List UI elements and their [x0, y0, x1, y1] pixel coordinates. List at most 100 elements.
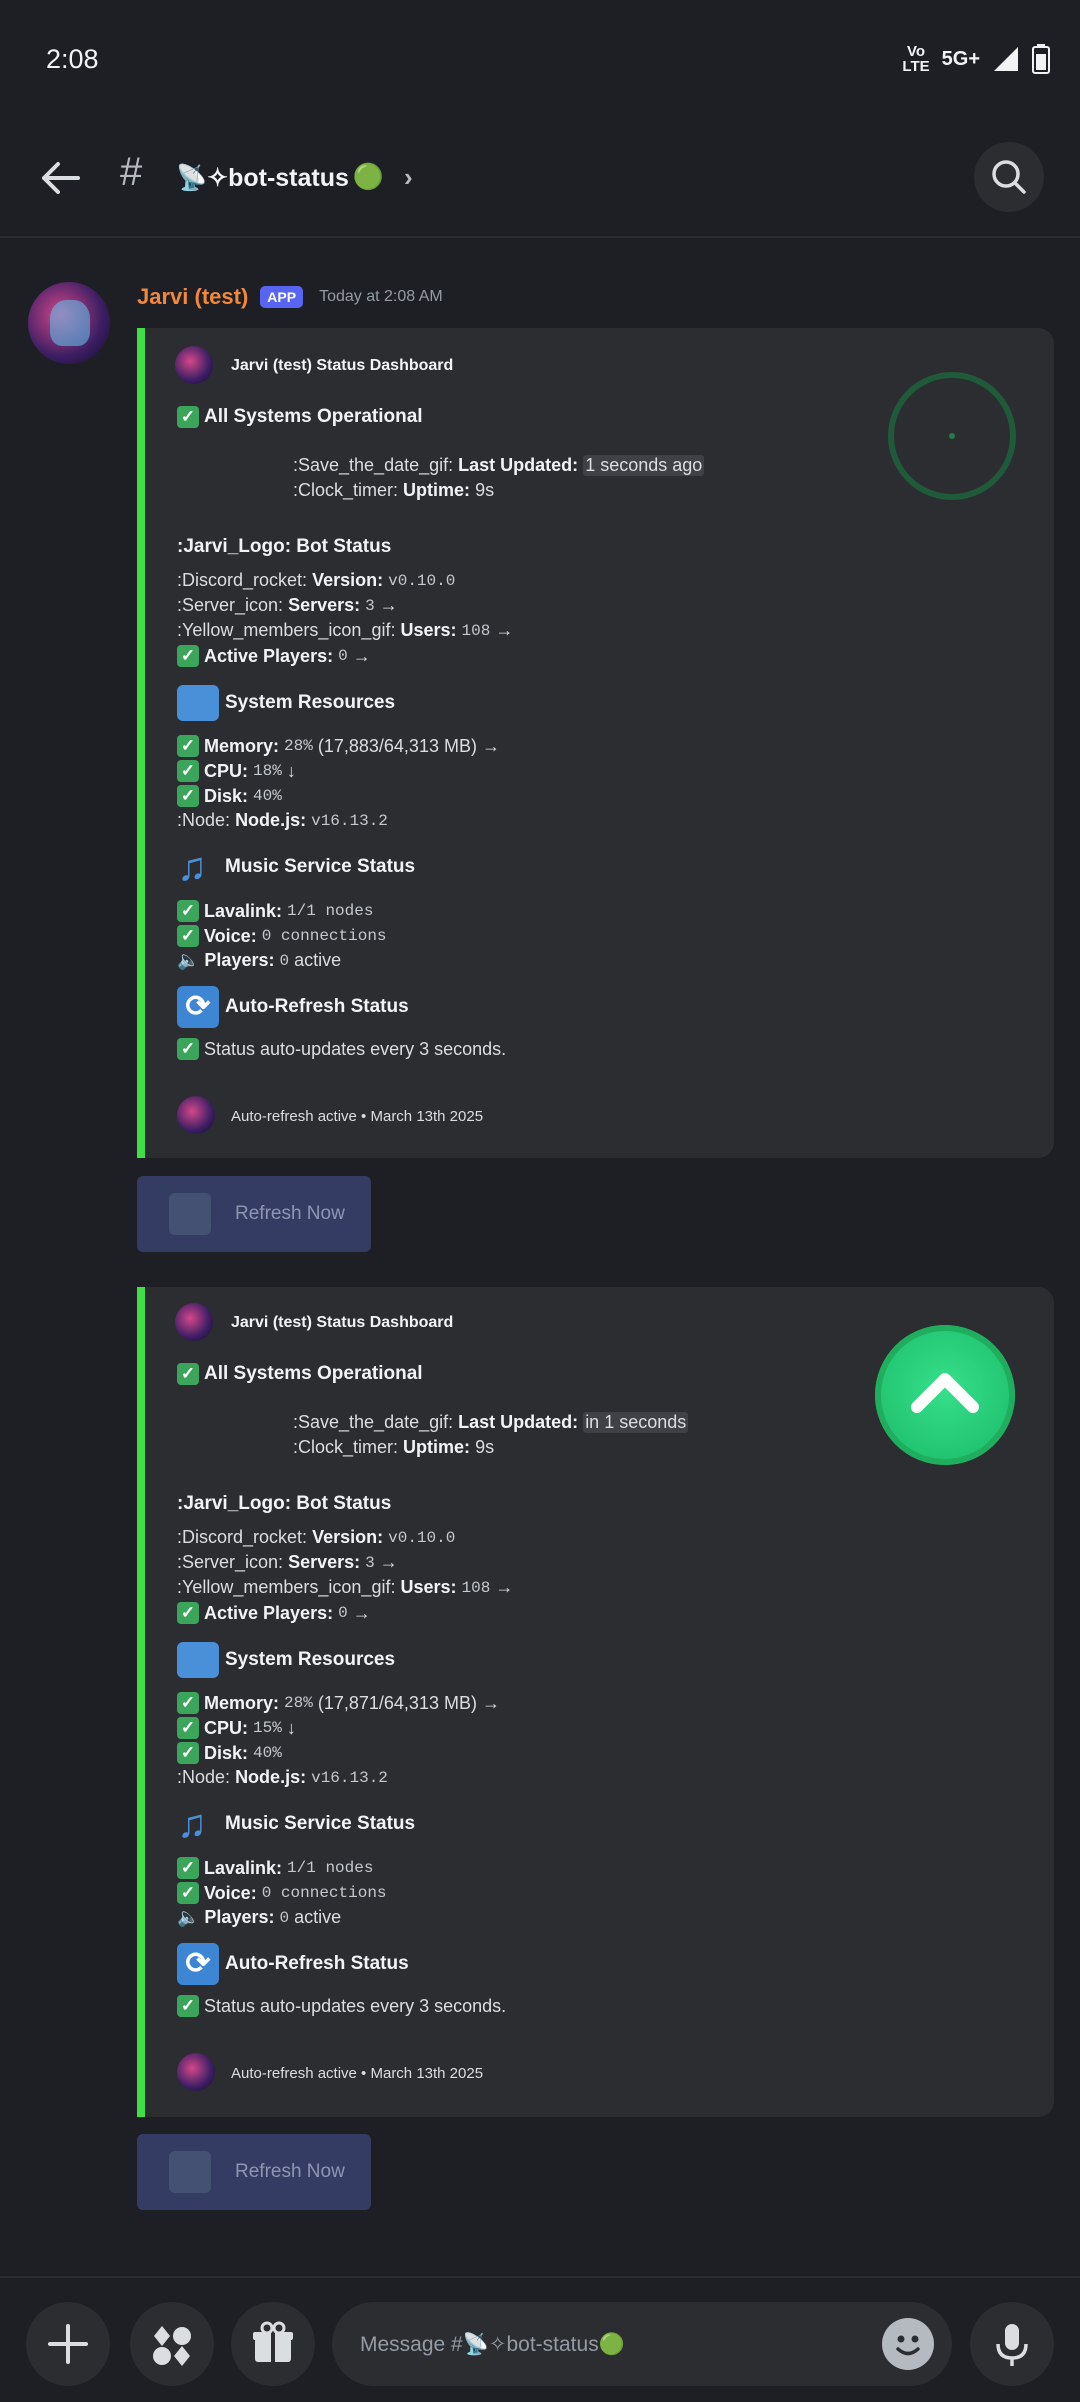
microphone-icon [996, 2324, 1028, 2366]
plus-icon [48, 2324, 88, 2364]
check-mark-icon: ✓ [177, 1882, 199, 1904]
uptime-line: :Clock_timer: Uptime: 9s [293, 480, 494, 501]
embed-thumbnail [888, 372, 1016, 500]
node-line: :Node: Node.js: v16.13.2 [177, 810, 388, 831]
active-players-key: Active Players: [204, 1602, 334, 1623]
voice-message-button[interactable] [970, 2302, 1054, 2386]
memory-detail: (17,883/64,313 MB) [317, 735, 477, 756]
voice-line: ✓ Voice: 0 connections [177, 925, 387, 947]
version-emoji: :Discord_rocket: [177, 1527, 308, 1547]
cpu-line: ✓ CPU: 15% ↓ [177, 1717, 296, 1739]
check-mark-icon: ✓ [177, 1038, 199, 1060]
version-key: Version: [312, 1527, 384, 1547]
back-arrow-icon[interactable] [38, 156, 82, 200]
cpu-key: CPU: [204, 760, 248, 781]
players-count: 0 [279, 1908, 290, 1927]
check-mark-icon: ✓ [177, 645, 199, 667]
author-name[interactable]: Jarvi (test) [137, 284, 248, 310]
last-updated-key: Last Updated: [458, 455, 579, 475]
volte-bottom: LTE [902, 58, 930, 75]
apps-button[interactable] [130, 2302, 214, 2386]
uptime-emoji: :Clock_timer: [293, 480, 399, 500]
lavalink-key: Lavalink: [204, 1857, 283, 1878]
refresh-now-button[interactable]: Refresh Now [137, 2134, 371, 2210]
scroll-to-top-icon[interactable] [875, 1325, 1015, 1465]
embed-author: Jarvi (test) Status Dashboard [231, 1314, 454, 1331]
players-line: 🔈 Players: 0 active [177, 1907, 341, 1928]
add-attachment-button[interactable] [26, 2302, 110, 2386]
gift-button[interactable] [231, 2302, 315, 2386]
users-value: 108 [461, 621, 491, 640]
network-type: 5G+ [941, 48, 980, 70]
placeholder-channel: 📡✧bot-status [462, 2333, 599, 2356]
music-title-text: Music Service Status [225, 856, 416, 877]
music-title-text: Music Service Status [225, 1813, 416, 1834]
refresh-icon: ⟳ [177, 1943, 219, 1985]
chevron-up-icon [911, 1373, 979, 1413]
author-avatar[interactable] [28, 282, 110, 364]
servers-value: 3 [365, 1553, 375, 1572]
channel-header: # 📡✧bot-status 🟢 › [0, 120, 1080, 238]
disk-value: 40% [253, 1744, 282, 1762]
memory-line: ✓ Memory: 28% (17,871/64,313 MB) → [177, 1692, 500, 1714]
music-service-title: ♫ Music Service Status [177, 1803, 415, 1845]
version-emoji: :Discord_rocket: [177, 570, 308, 590]
channel-name: 📡✧bot-status [176, 163, 349, 192]
players-suffix: active [294, 1907, 342, 1927]
auto-refresh-title-text: Auto-Refresh Status [225, 996, 409, 1017]
placeholder-dot: 🟢 [598, 2333, 625, 2356]
app-badge: APP [260, 286, 304, 308]
users-value: 108 [461, 1578, 491, 1597]
voice-value: 0 connections [261, 1884, 387, 1902]
disk-line: ✓ Disk: 40% [177, 1742, 282, 1764]
node-line: :Node: Node.js: v16.13.2 [177, 1767, 388, 1788]
emoji-icon[interactable] [882, 2318, 934, 2370]
voice-value: 0 connections [261, 927, 387, 945]
system-title-text: System Resources [225, 1649, 396, 1670]
uptime-value: 9s [475, 1437, 495, 1457]
system-title-text: System Resources [225, 692, 396, 713]
refresh-icon [169, 1193, 211, 1235]
embed-footer: Auto-refresh active • March 13th 2025 [231, 1108, 484, 1125]
check-mark-icon: ✓ [177, 1742, 199, 1764]
check-mark-icon: ✓ [177, 735, 199, 757]
cpu-line: ✓ CPU: 18% ↓ [177, 760, 296, 782]
embed-author-avatar [175, 346, 213, 384]
headline-text: All Systems Operational [204, 1363, 423, 1384]
composer-bar: Message #📡✧bot-status🟢 [0, 2276, 1080, 2402]
last-updated-value: in 1 seconds [583, 1412, 689, 1433]
auto-refresh-line: ✓ Status auto-updates every 3 seconds. [177, 1995, 506, 2017]
memory-percent: 28% [284, 737, 313, 755]
message-timestamp: Today at 2:08 AM [319, 288, 443, 305]
clock: 2:08 [46, 44, 99, 74]
search-button[interactable] [974, 142, 1044, 212]
last-updated-line: :Save_the_date_gif: Last Updated: in 1 s… [293, 1412, 689, 1433]
message-header: Jarvi (test) APP Today at 2:08 AM [137, 284, 443, 310]
lavalink-key: Lavalink: [204, 900, 283, 921]
trend-right-icon: → [495, 620, 514, 640]
last-updated-key: Last Updated: [458, 1412, 579, 1432]
trend-right-icon: → [352, 645, 371, 666]
channel-status-dot: 🟢 [352, 163, 385, 191]
trend-right-icon: → [379, 1552, 398, 1572]
players-key: Players: [204, 950, 275, 970]
system-resources-title: System Resources [177, 685, 395, 721]
channel-title[interactable]: 📡✧bot-status 🟢 › [176, 162, 413, 193]
lavalink-value: 1/1 nodes [287, 902, 374, 920]
trend-right-icon: → [352, 1602, 371, 1623]
auto-refresh-title-text: Auto-Refresh Status [225, 1953, 409, 1974]
node-value: v16.13.2 [311, 811, 388, 830]
servers-emoji: :Server_icon: [177, 1552, 284, 1572]
laptop-icon [177, 1642, 219, 1678]
apps-icon [153, 2326, 191, 2366]
check-mark-icon: ✓ [177, 1692, 199, 1714]
version-value: v0.10.0 [388, 571, 456, 590]
check-mark-icon: ✓ [177, 1857, 199, 1879]
embed-footer-avatar [177, 1096, 215, 1134]
status-bar: 2:08 Vo LTE 5G+ [0, 0, 1080, 120]
battery-icon [1032, 44, 1050, 74]
speaker-icon: 🔈 [177, 1907, 200, 1927]
message-input[interactable]: Message #📡✧bot-status🟢 [332, 2302, 952, 2386]
refresh-now-button[interactable]: Refresh Now [137, 1176, 371, 1252]
memory-percent: 28% [284, 1694, 313, 1712]
